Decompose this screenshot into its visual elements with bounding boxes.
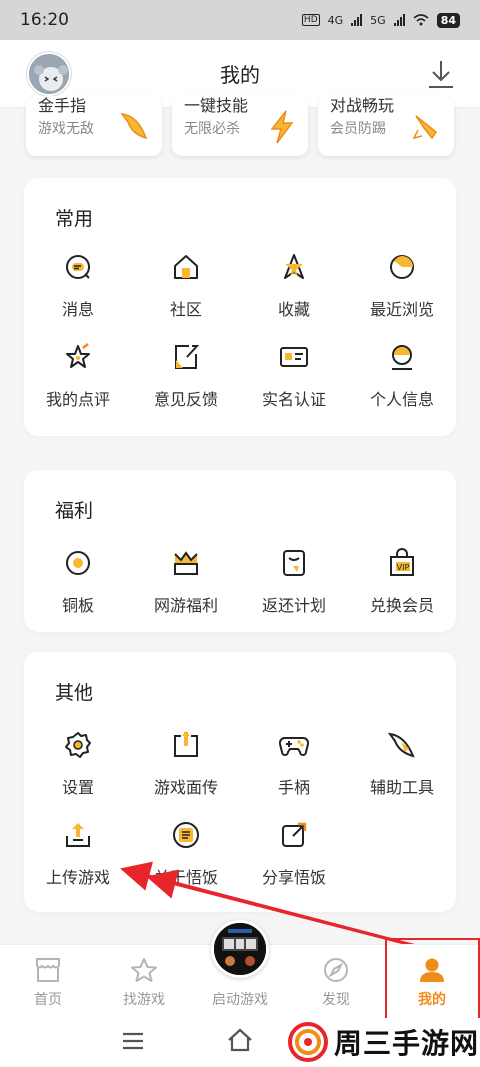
tab-label: 找游戏 (123, 992, 165, 1008)
watermark-logo-icon (288, 1022, 328, 1062)
compass-icon (324, 958, 348, 982)
watermark-text: 周三手游网 (334, 1027, 480, 1060)
tab-label: 启动游戏 (212, 992, 268, 1008)
store-icon (36, 958, 60, 982)
tab-discover[interactable]: 发现 (288, 945, 384, 1018)
menu-icon[interactable] (122, 1032, 144, 1050)
star-icon (131, 958, 157, 982)
tab-label: 发现 (322, 992, 350, 1008)
game-cover-icon (214, 923, 266, 975)
tab-label: 首页 (34, 992, 62, 1008)
home-nav-icon[interactable] (227, 1028, 253, 1052)
tab-home[interactable]: 首页 (0, 945, 96, 1018)
launch-game-cover[interactable] (211, 920, 269, 978)
annotation-highlight-box (385, 938, 480, 1020)
site-watermark: 周三手游网 (288, 1022, 479, 1062)
tab-find-games[interactable]: 找游戏 (96, 945, 192, 1018)
annotation-arrows (120, 861, 463, 960)
